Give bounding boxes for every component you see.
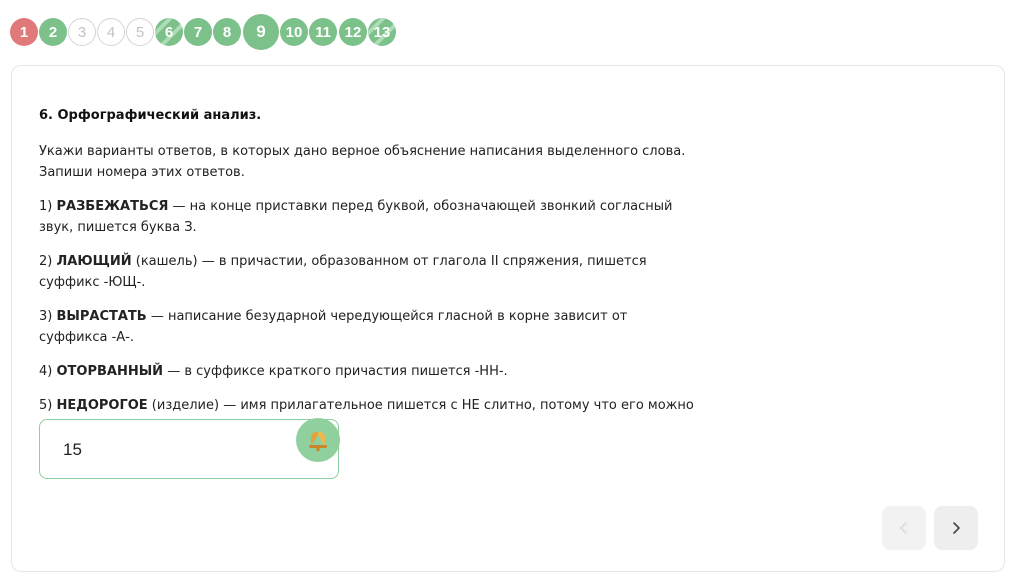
option-word: РАЗБЕЖАТЬСЯ (56, 199, 169, 214)
step-label: 10 (285, 23, 303, 41)
option-number: 2) (39, 254, 53, 269)
next-button[interactable] (934, 506, 978, 550)
option-word: ЛАЮЩИЙ (56, 254, 132, 269)
step-11[interactable]: 11 (309, 18, 337, 46)
step-13[interactable]: 13 (368, 18, 396, 46)
option-text: — в суффиксе краткого причастия пишется … (163, 364, 508, 379)
chevron-right-icon (953, 522, 960, 534)
step-label: 11 (315, 23, 331, 41)
chevron-left-icon (900, 522, 907, 534)
option-number: 5) (39, 398, 53, 413)
answer-option: 2) ЛАЮЩИЙ (кашель) — в причастии, образо… (39, 251, 699, 293)
answer-option: 4) ОТОРВАННЫЙ — в суффиксе краткого прич… (39, 361, 699, 382)
option-note: (изделие) (147, 398, 220, 413)
step-label: 3 (77, 23, 87, 41)
question-instruction: Укажи варианты ответов, в которых дано в… (39, 144, 686, 180)
answer-input[interactable]: 15 (39, 418, 340, 479)
step-8[interactable]: 8 (213, 18, 241, 46)
option-number: 3) (39, 309, 53, 324)
step-5[interactable]: 5 (126, 18, 154, 46)
step-label: 9 (256, 22, 266, 41)
step-label: 1 (19, 23, 29, 41)
answer-option: 1) РАЗБЕЖАТЬСЯ — на конце приставки пере… (39, 196, 699, 238)
step-4[interactable]: 4 (97, 18, 125, 46)
step-label: 8 (222, 23, 232, 41)
step-label: 2 (48, 23, 58, 41)
step-label: 5 (135, 23, 145, 41)
question-title: 6. Орфографический анализ. (39, 108, 262, 123)
step-label: 7 (193, 23, 203, 41)
step-label: 4 (106, 23, 116, 41)
step-10[interactable]: 10 (280, 18, 308, 46)
answer-value[interactable]: 15 (63, 440, 82, 460)
previous-button[interactable] (882, 506, 926, 550)
option-word: ВЫРАСТАТЬ (56, 309, 147, 324)
step-6[interactable]: 6 (155, 18, 183, 46)
step-12[interactable]: 12 (339, 18, 367, 46)
bell-icon (296, 418, 340, 462)
option-number: 1) (39, 199, 53, 214)
option-word: ОТОРВАННЫЙ (56, 364, 164, 379)
task-progress-bar: 1 2 3 4 5 6 7 8 9 10 11 12 13 (10, 14, 1010, 52)
question-card: 6. Орфографический анализ. Укажи вариант… (11, 65, 1005, 572)
step-label: 12 (344, 23, 362, 41)
step-1[interactable]: 1 (10, 18, 38, 46)
step-label: 6 (164, 23, 174, 41)
answer-option: 3) ВЫРАСТАТЬ — написание безударной чере… (39, 306, 699, 348)
step-3[interactable]: 3 (68, 18, 96, 46)
option-word: НЕДОРОГОЕ (56, 398, 148, 413)
step-9[interactable]: 9 (243, 14, 279, 50)
option-number: 4) (39, 364, 53, 379)
step-label: 13 (373, 23, 391, 41)
step-2[interactable]: 2 (39, 18, 67, 46)
question-body: Укажи варианты ответов, в которых дано в… (39, 141, 699, 450)
option-note: (кашель) (131, 254, 198, 269)
step-7[interactable]: 7 (184, 18, 212, 46)
